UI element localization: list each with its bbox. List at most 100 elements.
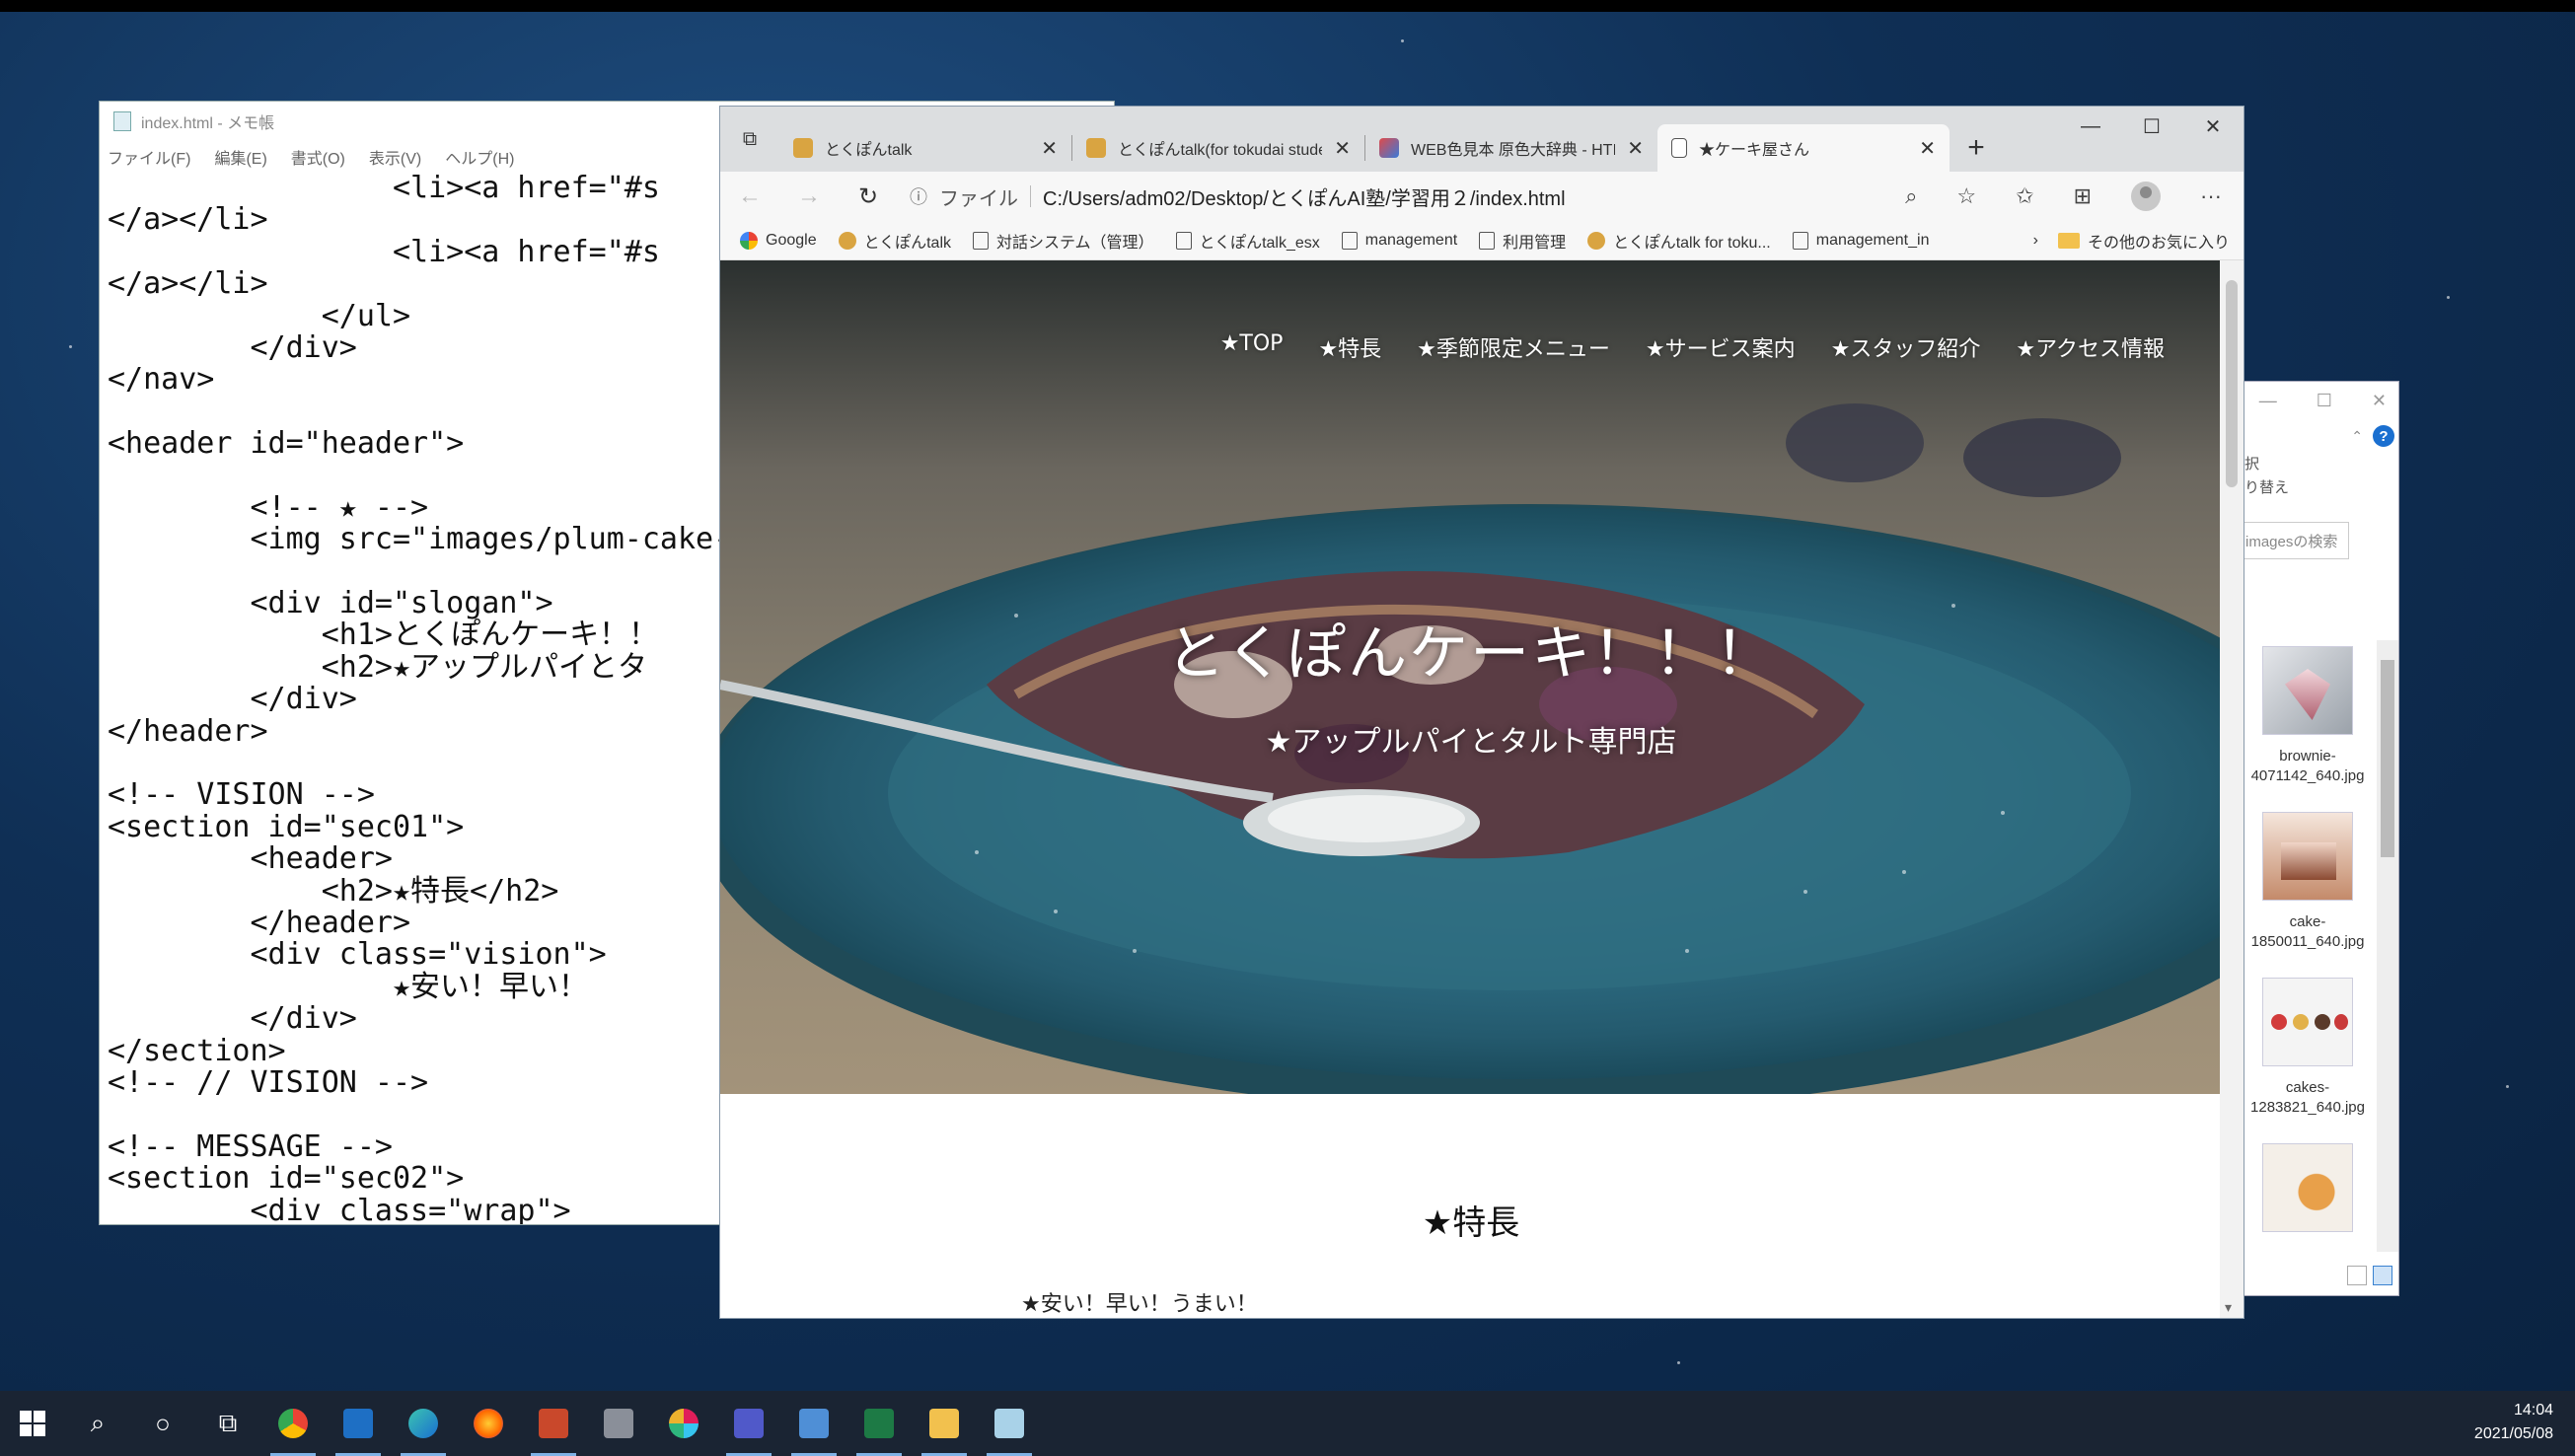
favorite-item[interactable]: Google	[740, 231, 817, 250]
dog-icon	[1587, 231, 1606, 250]
remote-desktop-icon[interactable]	[781, 1391, 846, 1456]
ribbon-select-label[interactable]: 択	[2244, 453, 2398, 476]
scrollbar-thumb[interactable]	[2226, 280, 2238, 487]
site-nav-access[interactable]: ★アクセス情報	[2016, 331, 2165, 363]
chevron-right-icon[interactable]: ›	[2033, 232, 2038, 250]
menu-edit[interactable]: 編集(E)	[214, 145, 266, 169]
explorer-maximize-icon[interactable]: ☐	[2317, 391, 2332, 411]
site-nav-top[interactable]: ★TOP	[1220, 331, 1284, 363]
clock[interactable]: 14:04 2021/05/08	[2474, 1399, 2553, 1446]
explorer-search-input[interactable]: imagesの検索	[2239, 522, 2349, 559]
info-icon[interactable]: ⓘ	[910, 183, 927, 209]
site-nav-staff[interactable]: ★スタッフ紹介	[1831, 331, 1981, 363]
file-thumbnail	[2262, 978, 2353, 1066]
zoom-icon[interactable]: ⌕	[1905, 183, 1917, 209]
close-tab-icon[interactable]: ✕	[1334, 136, 1351, 161]
cortana-icon[interactable]: ○	[130, 1391, 195, 1456]
favorites-icon[interactable]: ✩	[2016, 183, 2033, 209]
url-text[interactable]: C:/Users/adm02/Desktop/とくぽんAI塾/学習用２/inde…	[1043, 182, 1566, 211]
site-nav-features[interactable]: ★特長	[1318, 331, 1381, 363]
details-view-icon[interactable]	[2347, 1266, 2367, 1285]
file-explorer-icon[interactable]	[912, 1391, 977, 1456]
back-arrow-icon[interactable]: ←	[720, 182, 779, 210]
close-window-icon[interactable]: ✕	[2182, 107, 2244, 146]
slack-icon[interactable]	[651, 1391, 716, 1456]
favorite-item[interactable]: とくぽんtalk	[838, 229, 951, 253]
tab-tokupon-talk[interactable]: とくぽんtalk ✕	[779, 124, 1071, 172]
favorite-item[interactable]: 対話システム（管理）	[973, 229, 1154, 253]
tab-tokupon-talk-student[interactable]: とくぽんtalk(for tokudai stude ✕	[1072, 124, 1364, 172]
file-item-cake[interactable]: cake-1850011_640.jpg	[2239, 812, 2377, 952]
menu-file[interactable]: ファイル(F)	[108, 145, 190, 169]
menu-help[interactable]: ヘルプ(H)	[445, 145, 514, 169]
close-tab-icon[interactable]: ✕	[1919, 136, 1936, 161]
large-icons-view-icon[interactable]	[2373, 1266, 2392, 1285]
address-input[interactable]: ⓘ ファイル C:/Users/adm02/Desktop/とくぽんAI塾/学習…	[898, 178, 1905, 215]
powerpoint-icon[interactable]	[521, 1391, 586, 1456]
edge-browser-window[interactable]: ⧉ とくぽんtalk ✕ とくぽんtalk(for tokudai stude …	[719, 106, 2244, 1319]
site-nav-seasonal-menu[interactable]: ★季節限定メニュー	[1417, 331, 1610, 363]
favorite-item[interactable]: management	[1341, 231, 1457, 250]
app-icon[interactable]	[586, 1391, 651, 1456]
explorer-file-list: brownie-4071142_640.jpg cake-1850011_640…	[2239, 646, 2377, 1258]
notepad-taskbar-icon[interactable]	[977, 1391, 1042, 1456]
refresh-icon[interactable]: ↻	[839, 182, 898, 211]
task-view-icon[interactable]: ⧉	[195, 1391, 260, 1456]
explorer-minimize-icon[interactable]: —	[2259, 391, 2277, 411]
maximize-icon[interactable]: ☐	[2121, 107, 2182, 146]
edge-icon[interactable]	[391, 1391, 456, 1456]
tab-actions-icon[interactable]: ⧉	[720, 107, 779, 172]
favorite-item[interactable]: 利用管理	[1479, 229, 1566, 253]
page-scrollbar[interactable]: ▾	[2220, 260, 2244, 1318]
page-icon	[1479, 231, 1496, 250]
notepad-title: index.html - メモ帳	[141, 115, 275, 132]
file-explorer-window[interactable]: — ☐ ✕ ⌃ ? 択 り替え imagesの検索 brownie-407114…	[2238, 381, 2399, 1296]
new-tab-button[interactable]: +	[1950, 124, 2003, 172]
chrome-icon[interactable]	[260, 1391, 326, 1456]
explorer-scrollbar[interactable]	[2377, 640, 2398, 1252]
site-nav-services[interactable]: ★サービス案内	[1646, 331, 1796, 363]
explorer-window-controls: — ☐ ✕	[2239, 382, 2398, 419]
favorite-item[interactable]: とくぽんtalk_esx	[1175, 229, 1320, 253]
close-tab-icon[interactable]: ✕	[1041, 136, 1058, 161]
file-name: brownie-4071142_640.jpg	[2250, 748, 2365, 784]
folder-icon	[2057, 232, 2080, 249]
chevron-up-icon[interactable]: ⌃	[2351, 428, 2363, 445]
outlook-icon[interactable]	[326, 1391, 391, 1456]
palette-icon	[1379, 138, 1399, 158]
slogan: とくぽんケーキ！！！ ★アップルパイとタルト専門店	[720, 606, 2222, 761]
teams-icon[interactable]	[716, 1391, 781, 1456]
dog-icon	[793, 138, 813, 158]
page-viewport[interactable]: ★TOP ★特長 ★季節限定メニュー ★サービス案内 ★スタッフ紹介 ★アクセス…	[720, 260, 2222, 1318]
file-item-brownie[interactable]: brownie-4071142_640.jpg	[2239, 646, 2377, 786]
more-menu-icon[interactable]: ···	[2200, 183, 2222, 209]
other-favorites-folder[interactable]: その他のお気に入り	[2057, 229, 2230, 253]
menu-format[interactable]: 書式(O)	[291, 145, 345, 169]
excel-icon[interactable]	[846, 1391, 912, 1456]
tab-web-colors[interactable]: WEB色見本 原色大辞典 - HTI ✕	[1365, 124, 1657, 172]
file-item-cakes[interactable]: cakes-1283821_640.jpg	[2239, 978, 2377, 1118]
favorite-item[interactable]: management_in	[1792, 231, 1929, 250]
close-tab-icon[interactable]: ✕	[1627, 136, 1644, 161]
file-name: cake-1850011_640.jpg	[2250, 913, 2365, 950]
tab-cake-shop[interactable]: ★ケーキ屋さん ✕	[1657, 124, 1950, 172]
page-icon	[1792, 231, 1808, 250]
help-icon[interactable]: ?	[2373, 425, 2394, 447]
firefox-icon[interactable]	[456, 1391, 521, 1456]
profile-avatar[interactable]	[2131, 182, 2162, 211]
notepad-icon	[113, 111, 131, 131]
ribbon-switch-label[interactable]: り替え	[2244, 476, 2398, 500]
menu-view[interactable]: 表示(V)	[369, 145, 421, 169]
site-info-label[interactable]: ファイル	[939, 182, 1018, 211]
feature-heading: ★特長	[1422, 1203, 1520, 1243]
scroll-down-icon[interactable]: ▾	[2225, 1300, 2232, 1316]
start-button[interactable]	[0, 1391, 65, 1456]
add-favorite-icon[interactable]: ☆	[1956, 183, 1976, 209]
file-item-latte[interactable]	[2239, 1143, 2377, 1232]
search-icon[interactable]: ⌕	[65, 1391, 130, 1456]
explorer-close-icon[interactable]: ✕	[2372, 391, 2387, 411]
favorite-item[interactable]: とくぽんtalk for toku...	[1587, 229, 1771, 253]
forward-arrow-icon[interactable]: →	[779, 182, 839, 210]
minimize-icon[interactable]: —	[2060, 107, 2121, 146]
collections-icon[interactable]: ⊞	[2074, 183, 2092, 209]
